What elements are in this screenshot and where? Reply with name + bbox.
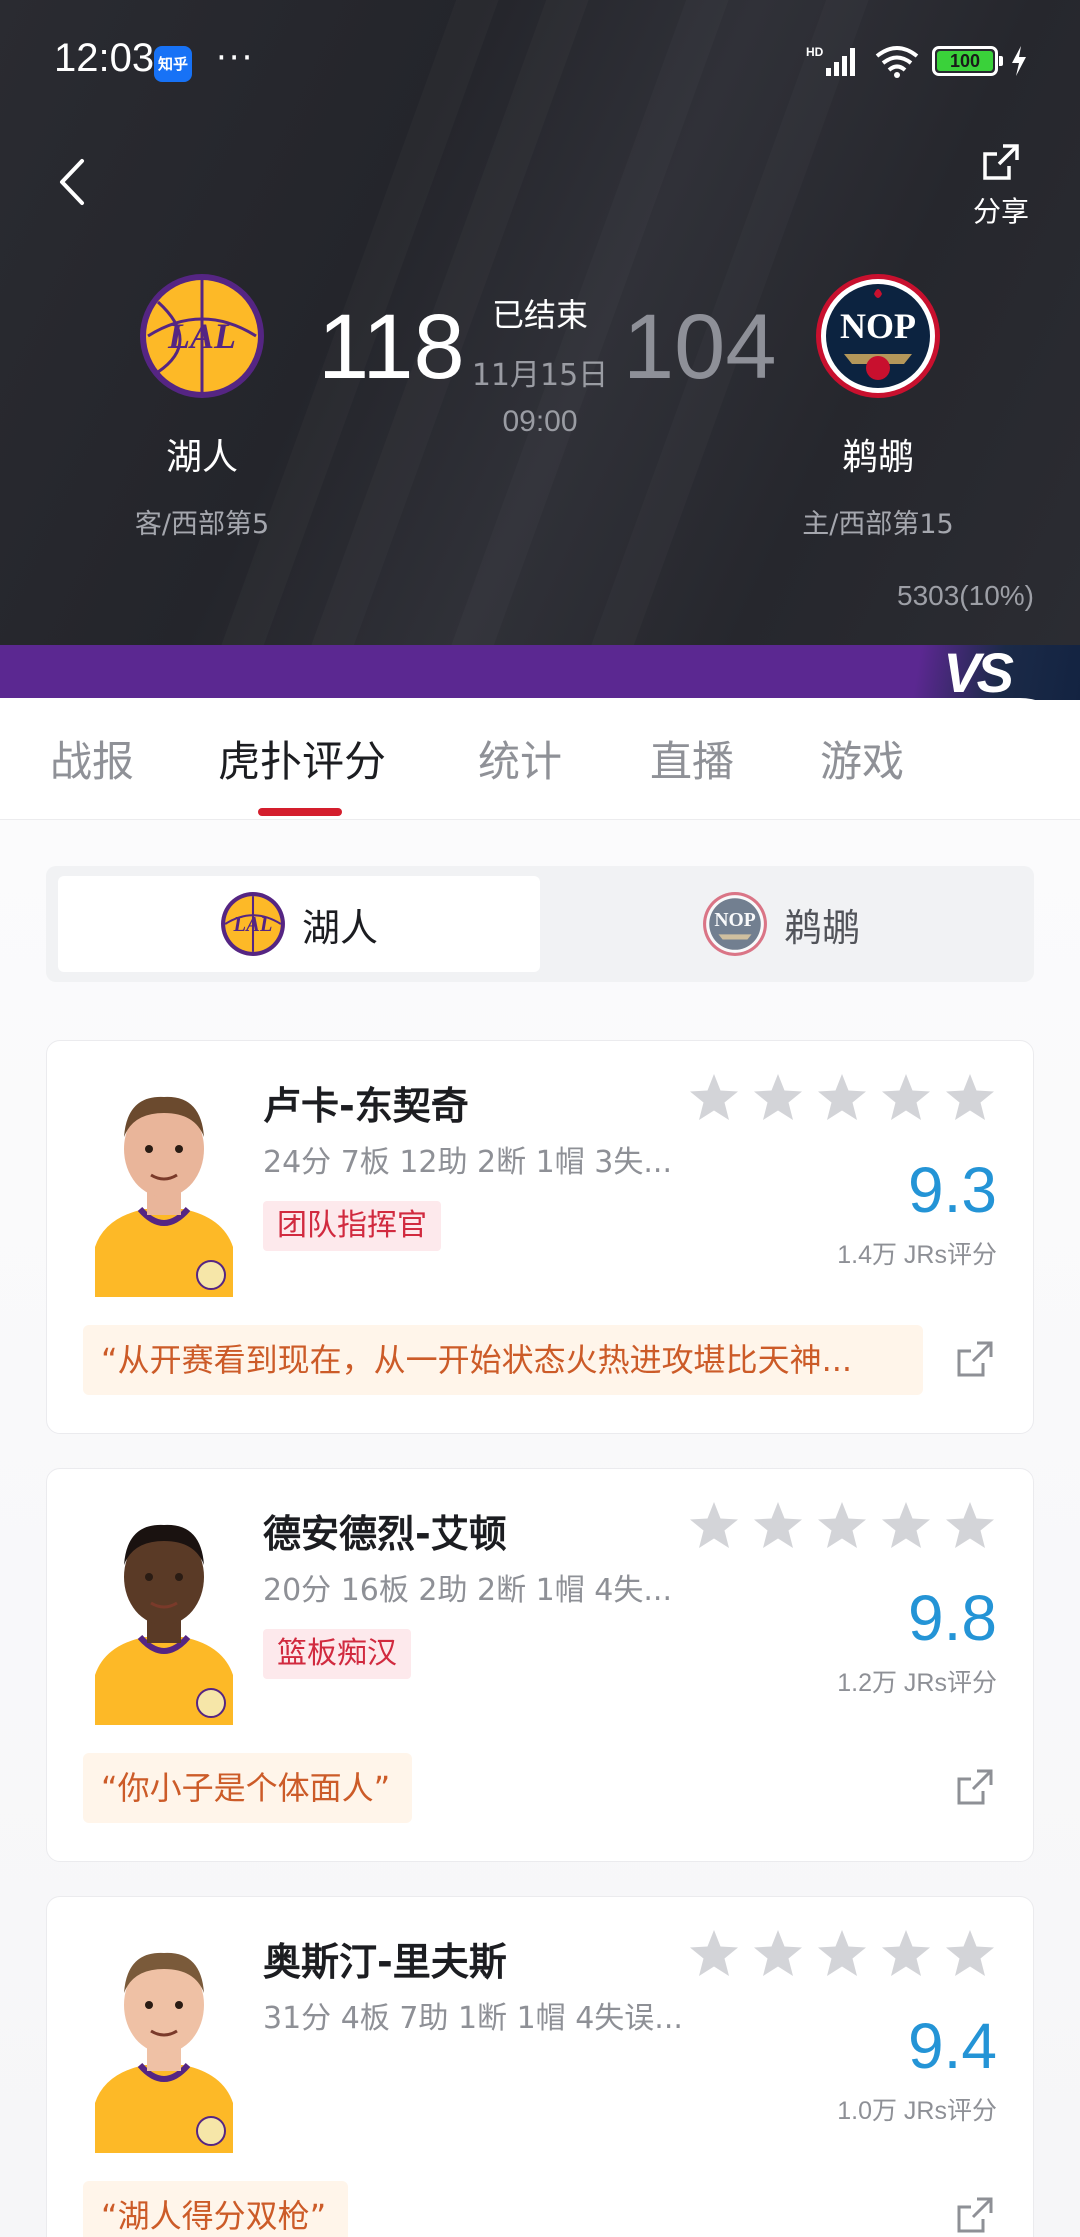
team-switch-home[interactable]: LAL 湖人	[58, 876, 540, 972]
rating-count: 1.2万 JRs评分	[837, 1669, 997, 1697]
tab-game[interactable]: 游戏	[820, 728, 904, 789]
tab-indicator	[258, 808, 342, 816]
lakers-logo[interactable]: LAL	[138, 272, 266, 400]
svg-text:NOP: NOP	[714, 910, 755, 931]
share-label: 分享	[972, 195, 1029, 228]
more-notifications-icon: ···	[216, 38, 255, 78]
player-name: 卢卡-东契奇	[263, 1084, 469, 1128]
star-icon[interactable]	[751, 1499, 805, 1553]
away-team-name: 鹈鹕	[841, 437, 914, 478]
pelicans-logo[interactable]: NOP	[814, 272, 942, 400]
wifi-icon	[875, 46, 919, 78]
game-status: 已结束	[491, 296, 588, 334]
star-icon[interactable]	[879, 1927, 933, 1981]
game-time: 09:00	[502, 405, 578, 438]
share-button[interactable]: 分享	[966, 142, 1036, 230]
player-stats: 31分 4板 7助 1断 1帽 4失误...	[263, 2001, 683, 2036]
player-tag: 篮板痴汉	[263, 1629, 411, 1679]
star-icon[interactable]	[815, 1499, 869, 1553]
star-icon[interactable]	[943, 1071, 997, 1125]
star-icon[interactable]	[687, 1927, 741, 1981]
game-header: 12:03 知乎 ··· HD 100 分享 LAL 湖人 客/西部第5 118…	[0, 0, 1080, 645]
external-link-icon[interactable]	[953, 1765, 997, 1809]
rating-count: 1.0万 JRs评分	[837, 2097, 997, 2125]
away-team-standing: 主/西部第15	[802, 509, 954, 540]
tab-live[interactable]: 直播	[650, 728, 734, 789]
player-rating: 9.3	[908, 1154, 997, 1226]
status-bar: 12:03 知乎 ··· HD 100	[0, 0, 1080, 125]
zhihu-app-icon: 知乎	[154, 46, 192, 82]
external-link-icon[interactable]	[953, 2193, 997, 2237]
team-switch-home-label: 湖人	[301, 905, 378, 950]
rating-content: LAL 湖人 NOP 鹈鹕 卢卡-东契奇 24分 7板 12助 2断 1帽 3失…	[0, 820, 1080, 2237]
player-tag: 团队指挥官	[263, 1201, 441, 1251]
svg-text:LAL: LAL	[167, 316, 236, 356]
top-comment[interactable]: “湖人得分双枪”	[83, 2181, 349, 2237]
star-icon[interactable]	[687, 1071, 741, 1125]
home-team-standing: 客/西部第5	[134, 509, 270, 540]
player-avatar	[85, 1505, 243, 1725]
away-score: 104	[623, 296, 777, 398]
vs-mark: VS	[943, 641, 1014, 704]
share-icon	[983, 144, 1019, 180]
player-card[interactable]: 奥斯汀-里夫斯 31分 4板 7助 1断 1帽 4失误... 9.4 1.0万 …	[46, 1896, 1034, 2237]
battery-icon: 100	[932, 46, 1003, 76]
player-stats: 24分 7板 12助 2断 1帽 3失...	[263, 1145, 672, 1180]
back-icon[interactable]	[52, 155, 96, 209]
player-name: 奥斯汀-里夫斯	[263, 1940, 507, 1984]
svg-text:LAL: LAL	[233, 914, 273, 936]
star-icon[interactable]	[687, 1499, 741, 1553]
star-icon[interactable]	[879, 1071, 933, 1125]
star-rating-input[interactable]	[687, 1499, 997, 1553]
status-time: 12:03	[54, 36, 155, 80]
tab-stats[interactable]: 统计	[478, 728, 562, 789]
game-date: 11月15日	[471, 358, 609, 393]
svg-text:NOP: NOP	[840, 306, 916, 346]
svg-text:HD: HD	[806, 45, 824, 59]
top-comment[interactable]: “你小子是个体面人”	[83, 1753, 413, 1823]
vote-count: 5303(10%)	[897, 580, 1034, 611]
star-icon[interactable]	[815, 1071, 869, 1125]
star-icon[interactable]	[943, 1499, 997, 1553]
top-comment[interactable]: “从开赛看到现在，从一开始状态火热进攻堪比天神...	[83, 1325, 923, 1395]
lakers-logo: LAL	[221, 892, 285, 956]
tab-report[interactable]: 战报	[50, 728, 134, 789]
external-link-icon[interactable]	[953, 1337, 997, 1381]
rating-count: 1.4万 JRs评分	[837, 1241, 997, 1269]
tab-bar: 战报 虎扑评分 统计 直播 游戏	[0, 698, 1080, 820]
team-switch-away-label: 鹈鹕	[783, 905, 860, 950]
player-name: 德安德烈-艾顿	[263, 1512, 507, 1556]
star-icon[interactable]	[879, 1499, 933, 1553]
home-team-name: 湖人	[165, 437, 238, 478]
tab-hupu-rating[interactable]: 虎扑评分	[218, 728, 386, 789]
player-stats: 20分 16板 2助 2断 1帽 4失...	[263, 1573, 672, 1608]
player-rating: 9.4	[908, 2010, 997, 2082]
player-card[interactable]: 卢卡-东契奇 24分 7板 12助 2断 1帽 3失... 团队指挥官 9.3 …	[46, 1040, 1034, 1434]
star-rating-input[interactable]	[687, 1071, 997, 1125]
home-score: 118	[318, 296, 465, 398]
star-icon[interactable]	[751, 1927, 805, 1981]
team-switch: LAL 湖人 NOP 鹈鹕	[46, 866, 1034, 982]
star-icon[interactable]	[943, 1927, 997, 1981]
player-card[interactable]: 德安德烈-艾顿 20分 16板 2助 2断 1帽 4失... 篮板痴汉 9.8 …	[46, 1468, 1034, 1862]
player-rating: 9.8	[908, 1582, 997, 1654]
star-icon[interactable]	[751, 1071, 805, 1125]
player-avatar	[85, 1933, 243, 2153]
support-bar	[0, 645, 1080, 700]
team-switch-away[interactable]: NOP 鹈鹕	[540, 876, 1022, 972]
player-avatar	[85, 1077, 243, 1297]
charging-icon	[1012, 46, 1026, 76]
star-rating-input[interactable]	[687, 1927, 997, 1981]
signal-icon: HD	[806, 45, 855, 76]
star-icon[interactable]	[815, 1927, 869, 1981]
pelicans-logo: NOP	[703, 892, 767, 956]
